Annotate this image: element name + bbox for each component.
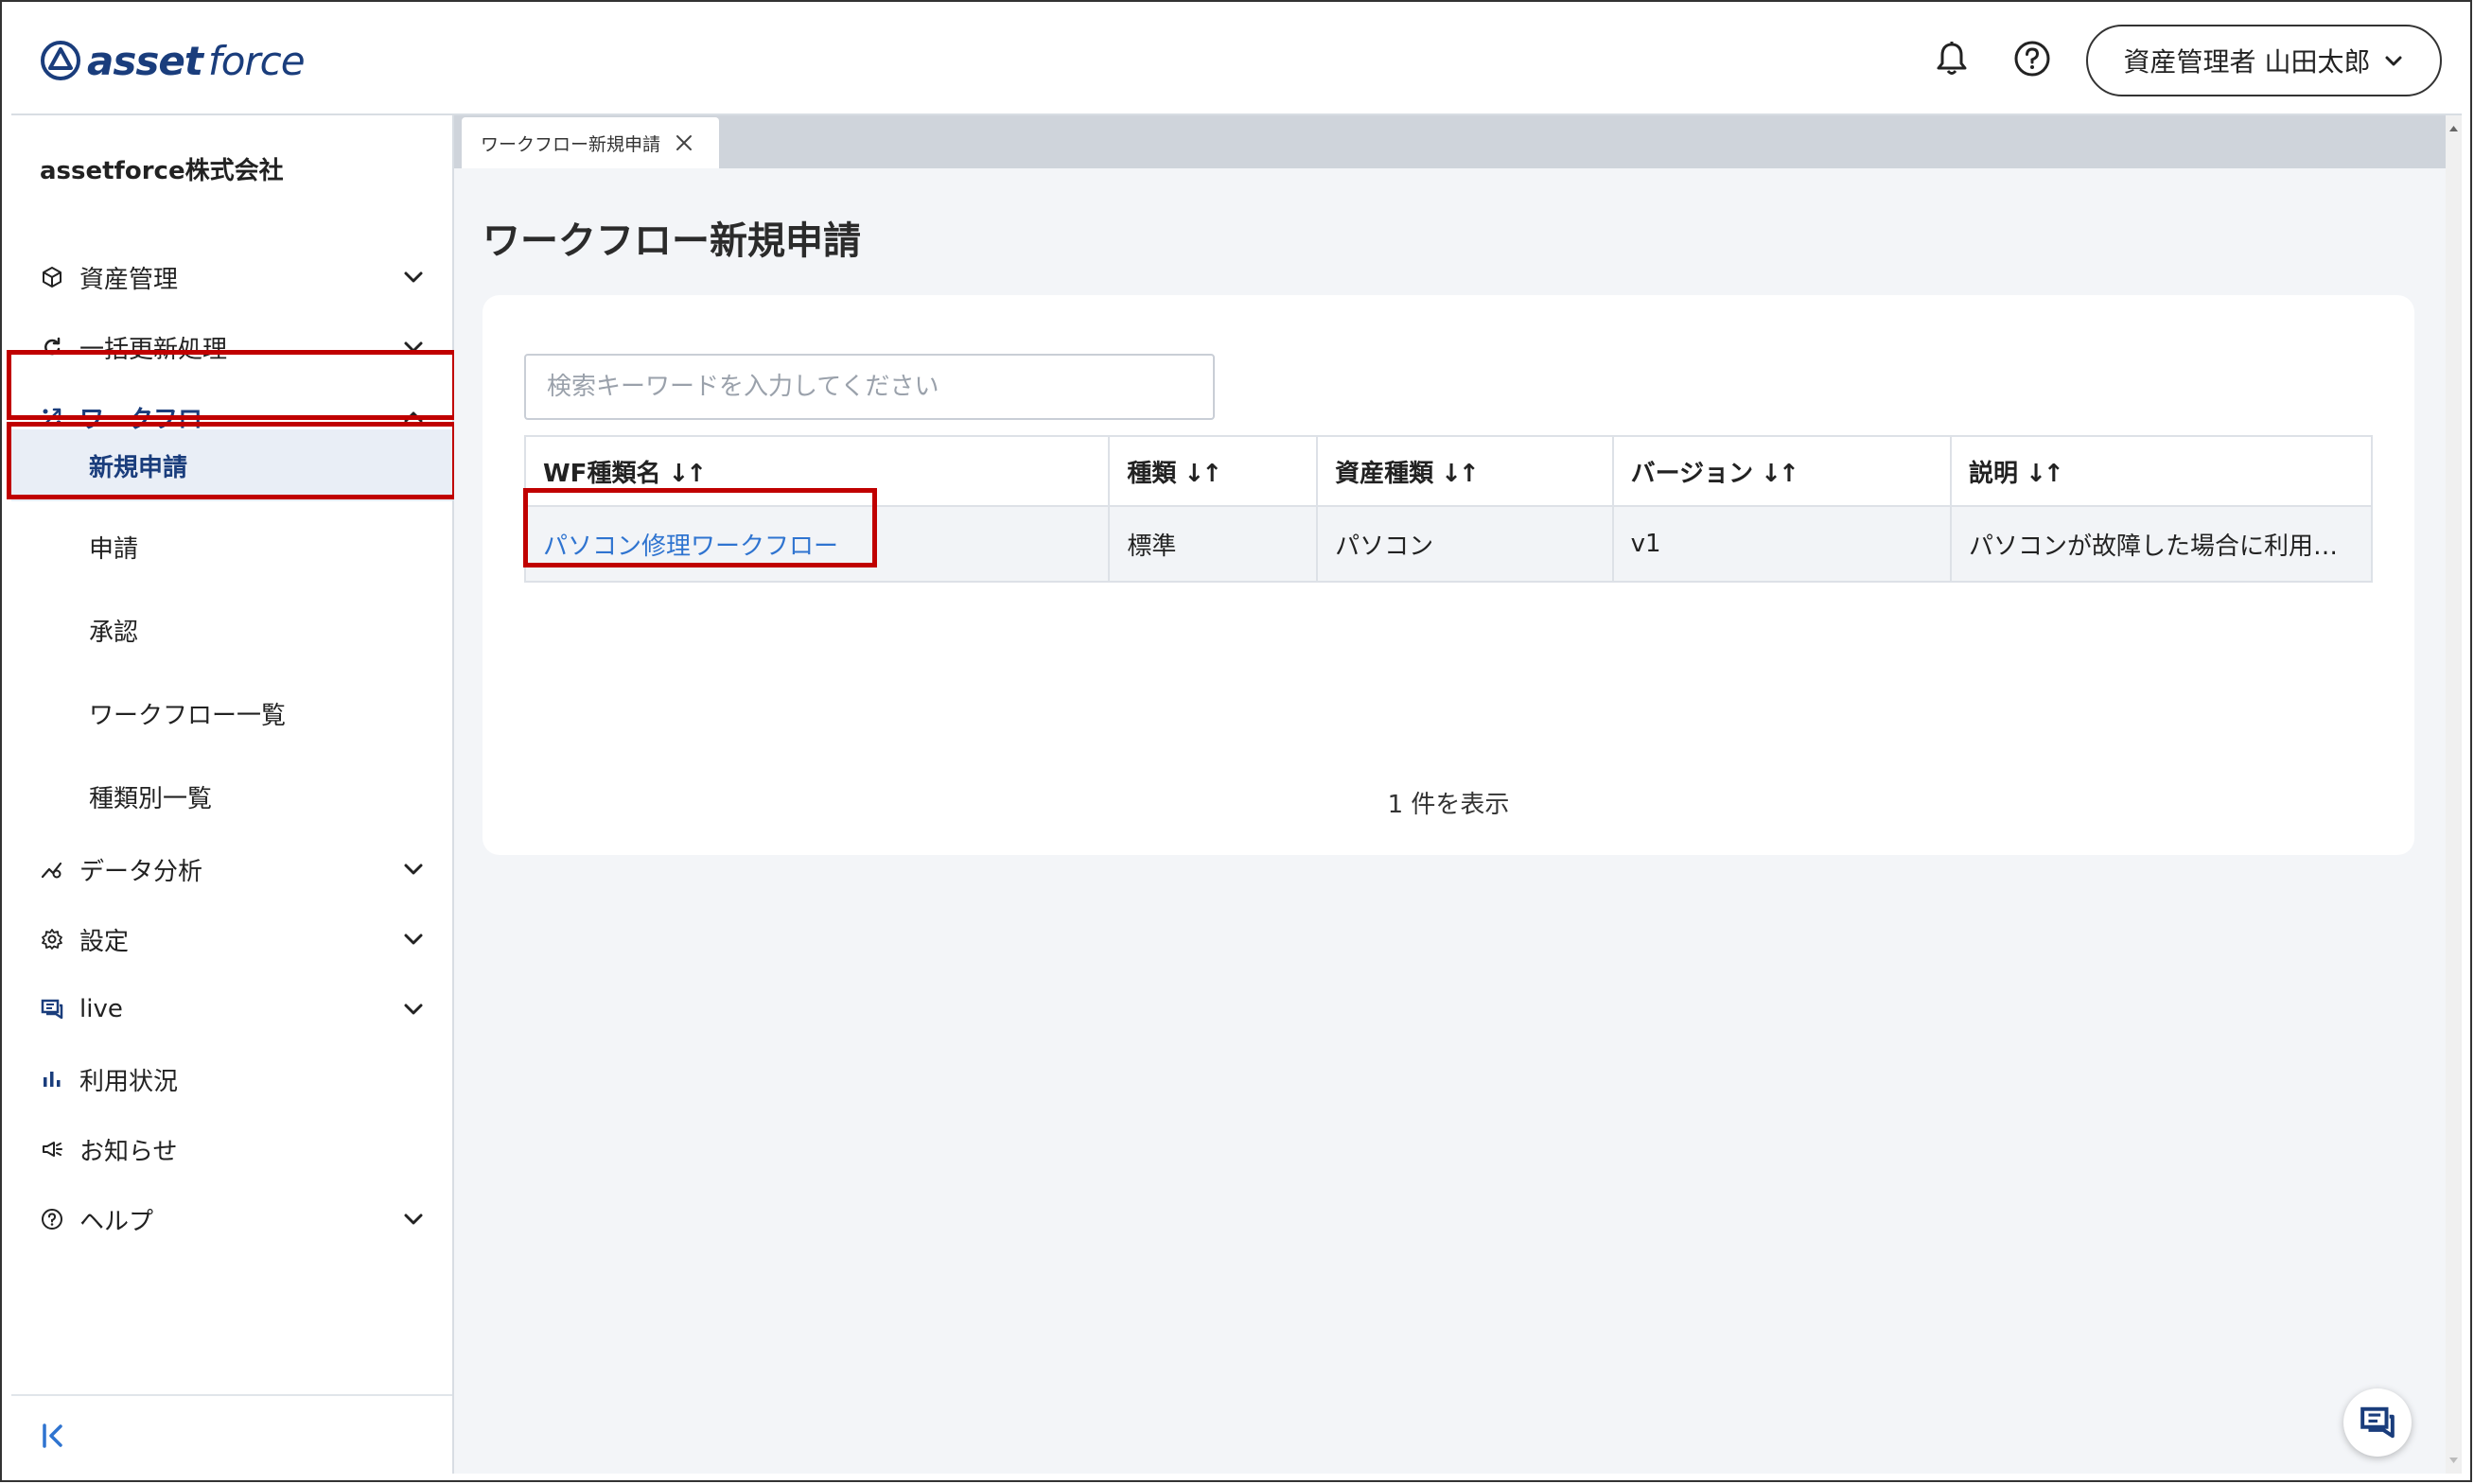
- sort-icon[interactable]: ↓↑: [1441, 460, 1480, 488]
- workflow-list-card: WF種類名↓↑ 種類↓↑ 資産種類↓↑ バージョン↓↑ 説明↓↑ パソコン修理ワ…: [483, 295, 2414, 855]
- sidebar-item-usage[interactable]: 利用状況: [11, 1048, 452, 1110]
- vertical-scrollbar[interactable]: [2446, 115, 2462, 1474]
- app-header: asset force 資産管理者 山田太郎: [11, 2, 2462, 115]
- sidebar-subitem-approval[interactable]: 承認: [11, 594, 452, 666]
- sidebar-subitem-requests[interactable]: 申請: [11, 511, 452, 583]
- tab-strip: ワークフロー新規申請: [454, 115, 2446, 168]
- sidebar-subitem-label: 種類別一覧: [89, 784, 213, 813]
- sidebar-item-label: 利用状況: [79, 1067, 179, 1096]
- sidebar-item-live[interactable]: live: [11, 978, 452, 1040]
- column-header-wf-type-name[interactable]: WF種類名 ↓↑: [523, 435, 1111, 507]
- chevron-down-icon: [404, 934, 423, 945]
- sort-icon[interactable]: ↓↑: [1761, 460, 1799, 488]
- workflow-link[interactable]: パソコン修理ワークフロー: [543, 532, 838, 561]
- sort-icon[interactable]: ↓↑: [1184, 460, 1222, 488]
- sidebar-item-settings[interactable]: 設定: [11, 908, 452, 970]
- sidebar-subitem-label: 新規申請: [89, 453, 188, 482]
- sidebar-subitem-workflow-list[interactable]: ワークフロー一覧: [11, 677, 452, 749]
- chevron-down-icon: [404, 864, 423, 875]
- cube-icon: [40, 265, 64, 289]
- chevron-down-icon: [404, 1213, 423, 1225]
- sidebar-subitem-label: ワークフロー一覧: [89, 701, 287, 730]
- user-menu-button[interactable]: 資産管理者 山田太郎: [2086, 25, 2442, 96]
- chevron-down-icon: [404, 271, 423, 283]
- sidebar-item-asset-management[interactable]: 資産管理: [11, 246, 452, 308]
- scroll-up-arrow-icon[interactable]: [2446, 119, 2462, 138]
- analytics-icon: [40, 857, 64, 882]
- chevron-down-icon: [2385, 56, 2402, 66]
- sidebar-item-data-analysis[interactable]: データ分析: [11, 838, 452, 900]
- refresh-icon: [40, 335, 64, 359]
- chat-button[interactable]: [2343, 1388, 2412, 1457]
- bar-chart-icon: [40, 1067, 64, 1091]
- bell-icon[interactable]: [1931, 38, 1973, 79]
- result-count: 1 件を表示: [1387, 791, 1510, 819]
- logo-text-force: force: [207, 37, 306, 84]
- sidebar-item-label: 一括更新処理: [79, 335, 228, 364]
- sidebar-subitem-label: 承認: [89, 618, 139, 647]
- sort-icon[interactable]: ↓↑: [668, 460, 707, 488]
- cell-asset-type: パソコン: [1316, 505, 1614, 583]
- assetforce-logo[interactable]: asset force: [40, 32, 306, 89]
- table-row[interactable]: パソコン修理ワークフロー 標準 パソコン v1 パソコンが故障した場合に利用…: [523, 505, 2373, 583]
- tab-label: ワークフロー新規申請: [481, 133, 661, 155]
- megaphone-icon: [40, 1137, 64, 1161]
- sidebar-item-help[interactable]: ヘルプ: [11, 1188, 452, 1250]
- sidebar-subitem-by-type-list[interactable]: 種類別一覧: [11, 760, 452, 832]
- cell-version: v1: [1611, 505, 1953, 583]
- help-circle-icon: [40, 1207, 64, 1231]
- search-input[interactable]: [524, 354, 1215, 420]
- sidebar-subitem-new-request[interactable]: 新規申請: [11, 429, 452, 501]
- sidebar-subitem-label: 申請: [89, 534, 139, 564]
- chevron-down-icon: [404, 1004, 423, 1015]
- sidebar-item-label: 資産管理: [79, 265, 179, 294]
- cell-description: パソコンが故障した場合に利用…: [1950, 505, 2373, 583]
- sidebar-item-bulk-update[interactable]: 一括更新処理: [11, 316, 452, 378]
- sidebar: assetforce株式会社 資産管理 一括更新処理 ワークフロー 新規申請 申…: [7, 115, 457, 1475]
- column-header-asset-type[interactable]: 資産種類 ↓↑: [1316, 435, 1614, 507]
- column-header-description[interactable]: 説明 ↓↑: [1950, 435, 2373, 507]
- tab-workflow-new-request[interactable]: ワークフロー新規申請: [462, 117, 719, 168]
- sidebar-item-label: live: [79, 995, 123, 1023]
- collapse-sidebar-icon[interactable]: [40, 1421, 70, 1451]
- sidebar-item-label: データ分析: [79, 857, 203, 886]
- close-icon[interactable]: [674, 132, 694, 153]
- cell-type: 標準: [1108, 505, 1319, 583]
- sidebar-item-notices[interactable]: お知らせ: [11, 1118, 452, 1180]
- column-header-version[interactable]: バージョン ↓↑: [1611, 435, 1953, 507]
- company-name: assetforce株式会社: [40, 157, 284, 185]
- chevron-down-icon: [404, 341, 423, 353]
- sidebar-item-label: お知らせ: [79, 1137, 178, 1166]
- gear-icon: [40, 927, 64, 952]
- cell-wf-type-name[interactable]: パソコン修理ワークフロー: [523, 505, 1111, 583]
- sort-icon[interactable]: ↓↑: [2026, 460, 2064, 488]
- scroll-down-arrow-icon[interactable]: [2446, 1451, 2462, 1470]
- page-title: ワークフロー新規申請: [483, 219, 861, 263]
- workflow-icon: [40, 405, 64, 429]
- chat-icon: [2360, 1406, 2395, 1439]
- sidebar-footer: [11, 1394, 452, 1475]
- live-chat-icon: [40, 997, 64, 1021]
- help-circle-icon[interactable]: [2011, 38, 2053, 79]
- table-header-row: WF種類名 ↓↑ 種類 ↓↑ 資産種類 ↓↑ バージョン ↓↑ 説明 ↓↑: [523, 435, 2373, 507]
- main-content: ワークフロー新規申請 ワークフロー新規申請 WF種類名↓↑ 種類↓↑ 資産種類↓…: [454, 115, 2446, 1474]
- sidebar-item-label: 設定: [79, 927, 130, 956]
- workflow-type-table: WF種類名 ↓↑ 種類 ↓↑ 資産種類 ↓↑ バージョン ↓↑ 説明 ↓↑ パソコン修理ワ…: [523, 435, 2373, 583]
- column-header-type[interactable]: 種類 ↓↑: [1108, 435, 1319, 507]
- logo-text-asset: asset: [87, 37, 203, 84]
- user-name-label: 資産管理者 山田太郎: [2123, 46, 2371, 78]
- logo-mark-icon: [41, 41, 80, 80]
- sidebar-item-label: ヘルプ: [79, 1207, 154, 1236]
- chevron-up-icon: [404, 411, 423, 423]
